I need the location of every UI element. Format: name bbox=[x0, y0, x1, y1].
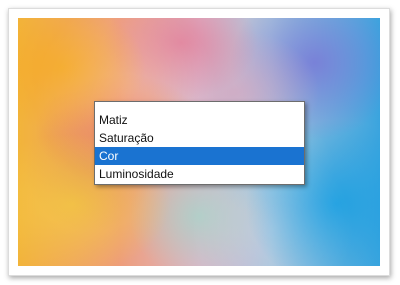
dropdown-option-luminosidade[interactable]: Luminosidade bbox=[95, 165, 304, 183]
dropdown-option-matiz[interactable]: Matiz bbox=[95, 111, 304, 129]
dropdown-option-saturacao[interactable]: Saturação bbox=[95, 129, 304, 147]
dropdown-option-cor[interactable]: Cor bbox=[95, 147, 304, 165]
blend-mode-dropdown-list[interactable]: Matiz Saturação Cor Luminosidade bbox=[94, 101, 305, 185]
